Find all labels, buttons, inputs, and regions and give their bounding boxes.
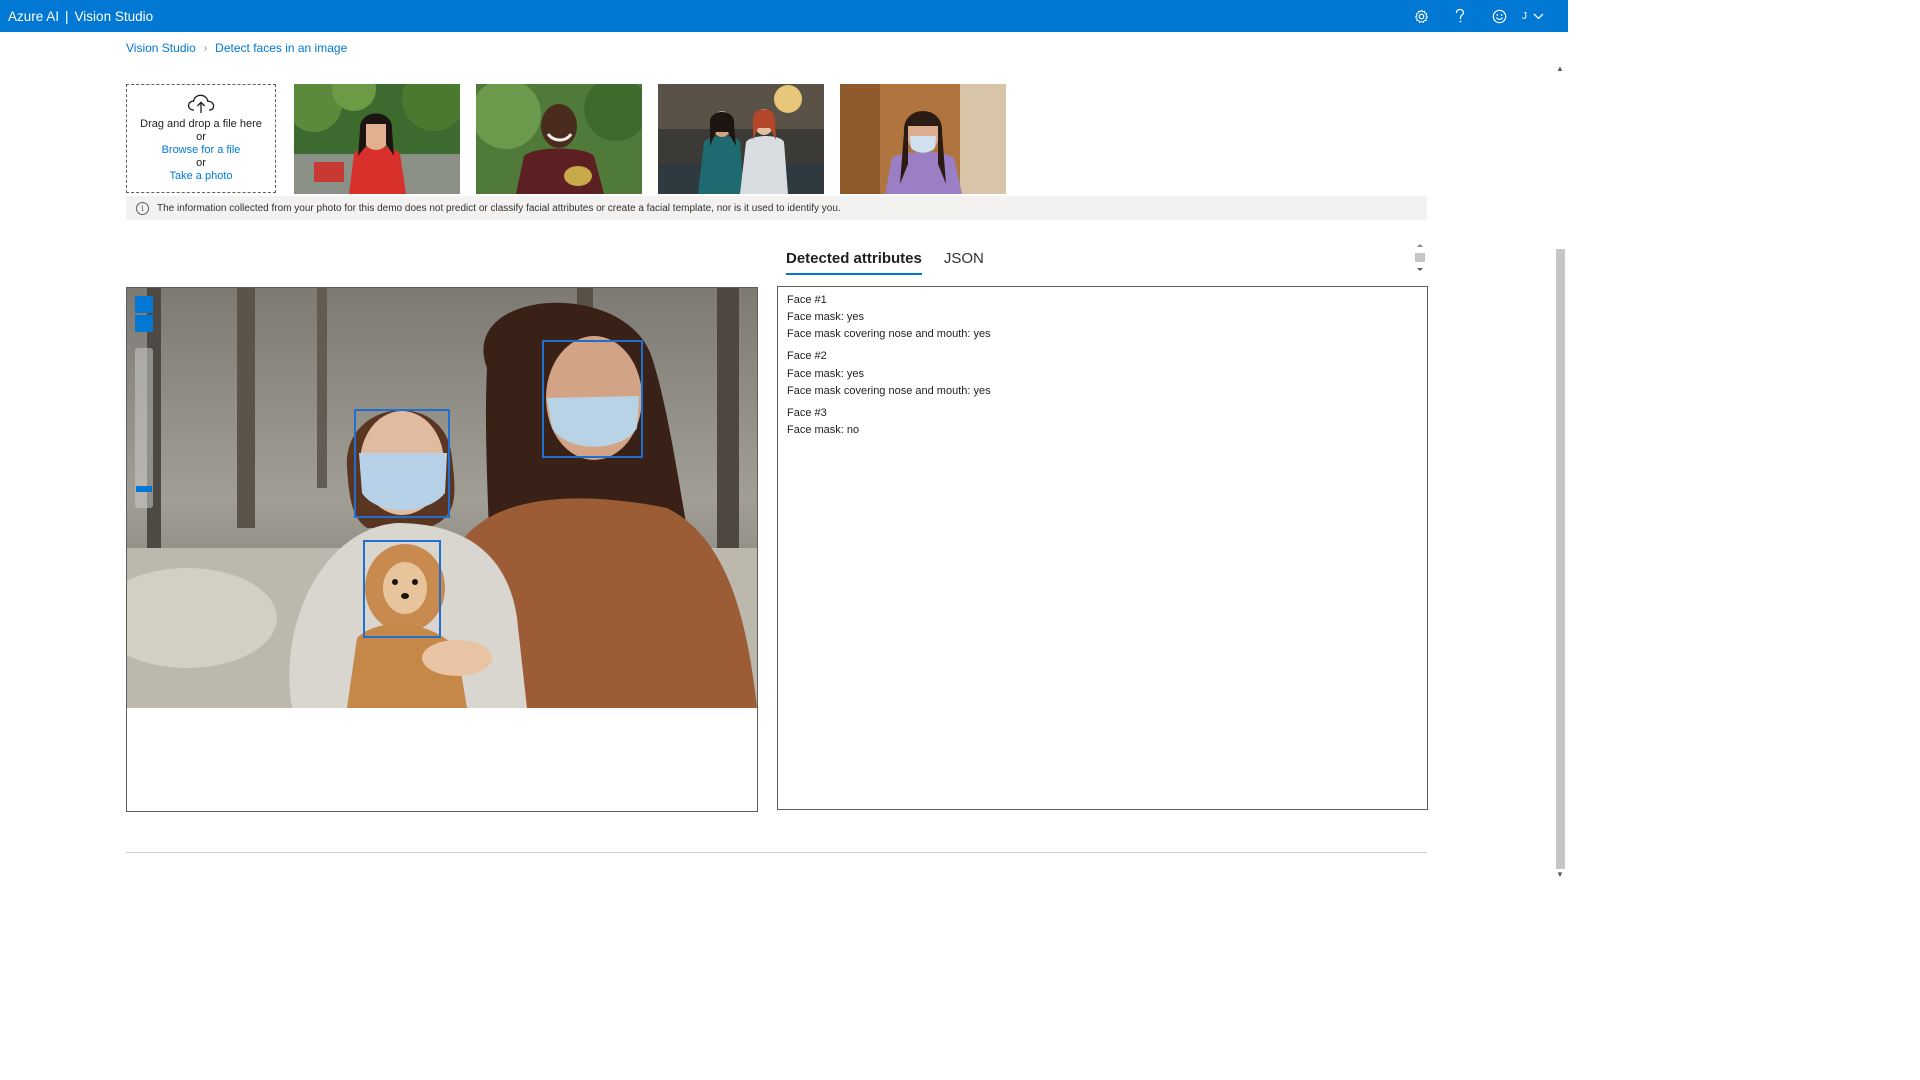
or-text: or (196, 131, 206, 143)
sample-image-woman-red-jacket[interactable] (294, 84, 460, 194)
sample-image-woman-face-mask[interactable] (840, 84, 1006, 194)
brand-separator: | (65, 9, 69, 24)
top-bar: Azure AI | Vision Studio J (0, 0, 1568, 32)
breadcrumb: Vision Studio › Detect faces in an image (126, 41, 347, 55)
face-attribute: Face mask: yes (787, 311, 865, 324)
face-title: Face #3 (787, 406, 827, 419)
take-photo-link[interactable]: Take a photo (127, 170, 275, 183)
scroll-down-arrow-icon[interactable]: ▼ (1556, 870, 1564, 879)
face-1-attributes: Face #1 Face mask: yes Face mask coverin… (787, 292, 1418, 344)
face-3-attributes: Face #3 Face mask: no (787, 405, 1418, 439)
account-menu-button[interactable]: J (1522, 0, 1544, 32)
feedback-smiley-icon[interactable] (1483, 0, 1515, 32)
account-initial: J (1522, 10, 1527, 22)
help-question-icon[interactable] (1444, 0, 1476, 32)
face-box-3[interactable] (363, 540, 441, 638)
chevron-down-icon (1533, 13, 1544, 19)
zoom-slider-handle[interactable] (136, 486, 152, 492)
tab-detected-attributes[interactable]: Detected attributes (786, 250, 922, 275)
tab-json[interactable]: JSON (944, 250, 984, 275)
drag-drop-text: Drag and drop a file here (140, 118, 262, 130)
detected-attributes-panel: Face #1 Face mask: yes Face mask coverin… (777, 286, 1428, 810)
face-attribute: Face mask covering nose and mouth: yes (787, 384, 991, 397)
brand-azure-ai: Azure AI (8, 9, 60, 24)
zoom-in-button[interactable] (135, 296, 153, 313)
face-2-attributes: Face #2 Face mask: yes Face mask coverin… (787, 348, 1418, 400)
info-icon: i (136, 201, 149, 215)
zoom-out-button[interactable] (135, 315, 153, 332)
app-brand[interactable]: Azure AI | Vision Studio (8, 0, 153, 32)
scroll-up-arrow-icon[interactable]: ▲ (1556, 64, 1564, 73)
face-box-2[interactable] (354, 409, 450, 518)
settings-gear-icon[interactable] (1405, 0, 1437, 32)
face-attribute: Face mask covering nose and mouth: yes (787, 328, 991, 341)
face-title: Face #2 (787, 350, 827, 363)
sample-image-man-smiling[interactable] (476, 84, 642, 194)
page-scrollbar[interactable]: ▲ ▼ (1553, 64, 1567, 882)
or-text: or (196, 157, 206, 169)
page-scrollbar-thumb[interactable] (1556, 249, 1565, 869)
zoom-slider[interactable] (135, 348, 153, 508)
face-attribute: Face mask: yes (787, 367, 865, 380)
browse-file-link[interactable]: Browse for a file (127, 144, 275, 157)
breadcrumb-chevron-icon: › (203, 42, 208, 54)
privacy-info-text: The information collected from your phot… (157, 202, 841, 214)
brand-vision-studio: Vision Studio (74, 9, 154, 24)
sample-image-two-women-office[interactable] (658, 84, 824, 194)
result-tabs: Detected attributes JSON (786, 250, 984, 275)
breadcrumb-current-page[interactable]: Detect faces in an image (215, 41, 347, 55)
breadcrumb-vision-studio[interactable]: Vision Studio (126, 41, 196, 55)
cloud-upload-icon (127, 92, 275, 116)
face-title: Face #1 (787, 294, 827, 306)
upload-dropzone[interactable]: Drag and drop a file here or Browse for … (126, 84, 276, 193)
tabs-scrollbar[interactable] (1413, 240, 1427, 276)
face-box-1[interactable] (542, 340, 643, 458)
image-preview-panel (126, 287, 758, 812)
privacy-info-banner: i The information collected from your ph… (126, 196, 1427, 220)
footer-divider (126, 852, 1427, 853)
face-attribute: Face mask: no (787, 424, 860, 437)
